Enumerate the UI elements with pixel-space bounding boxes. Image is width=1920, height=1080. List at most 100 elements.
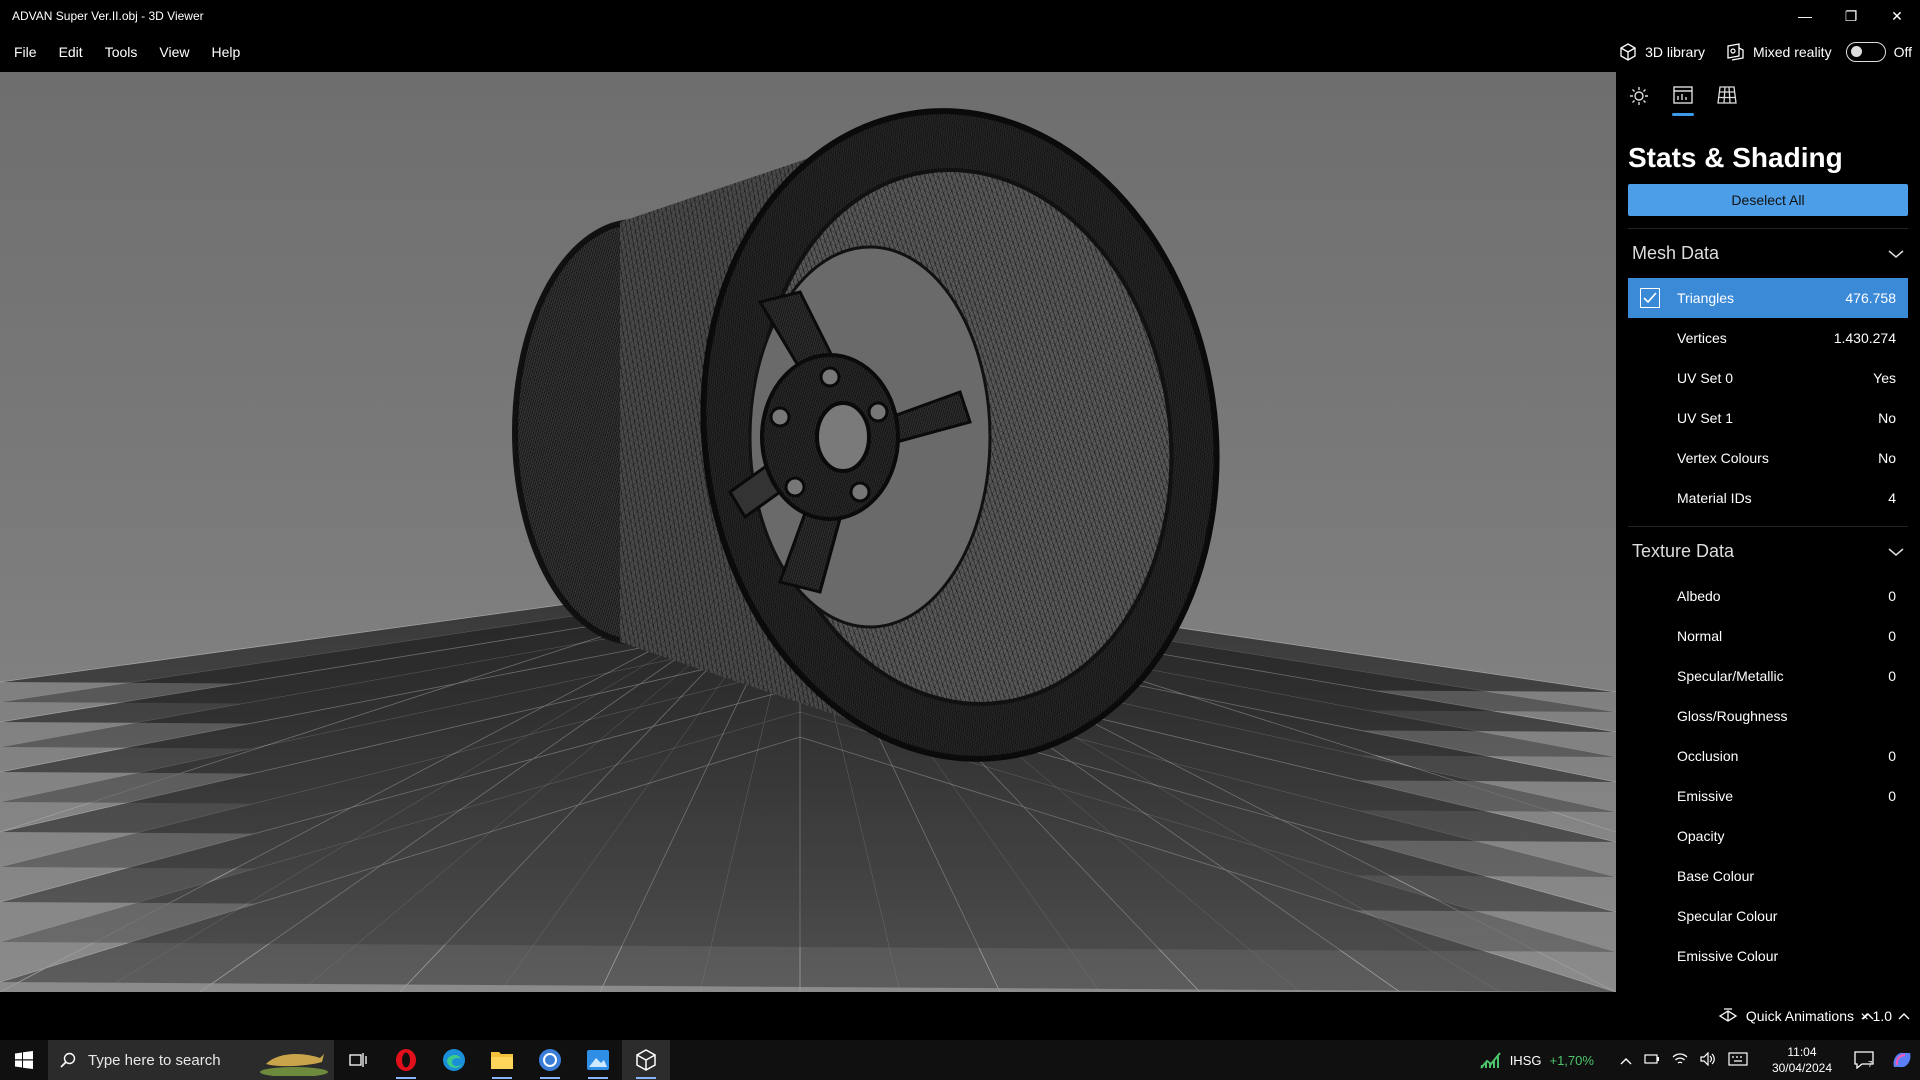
texture-data-title: Texture Data [1632,541,1735,561]
taskbar: Type here to search IHSG +1,70% 11:04 30… [0,1040,1920,1080]
system-tray: IHSG +1,70% 11:04 30/04/2024 7 [1479,1040,1920,1080]
texture-value: 0 [1888,748,1896,764]
menu-help[interactable]: Help [203,32,254,72]
battery-icon[interactable] [1644,1053,1660,1068]
mesh-label: UV Set 0 [1677,370,1734,386]
notification-count: 7 [1868,1060,1873,1069]
texture-label: Occlusion [1677,748,1739,764]
texture-value: 0 [1888,668,1896,684]
edge-icon[interactable] [430,1040,478,1080]
stats-panel: Stats & Shading Deselect All Mesh Data T… [1616,72,1920,992]
texture-row-emissive-colour[interactable]: Emissive Colour [1628,936,1908,976]
chevron-down-icon [1888,541,1904,562]
mesh-value: 4 [1888,490,1896,506]
texture-label: Emissive [1677,788,1734,804]
stock-change: +1,70% [1549,1052,1594,1068]
mixed-reality-label: Mixed reality [1752,44,1832,60]
mesh-row-uv-set-0[interactable]: UV Set 0 Yes [1628,358,1908,398]
animation-icon [1718,1008,1738,1022]
chevron-up-icon[interactable] [1620,1053,1632,1068]
minimize-icon[interactable]: — [1782,0,1828,32]
texture-label: Base Colour [1677,868,1755,884]
mesh-value: 476.758 [1845,290,1896,306]
wifi-icon[interactable] [1672,1052,1688,1069]
menu-bar: File Edit Tools View Help 3D library Mix… [0,32,1920,72]
menu-edit[interactable]: Edit [51,32,97,72]
task-view-icon[interactable] [334,1040,382,1080]
texture-row-specular-colour[interactable]: Specular Colour [1628,896,1908,936]
texture-label: Emissive Colour [1677,948,1779,964]
mesh-label: Vertex Colours [1677,450,1769,466]
mesh-row-vertex-colours[interactable]: Vertex Colours No [1628,438,1908,478]
quick-animations-button[interactable]: Quick Animations [1718,992,1874,1040]
stock-widget[interactable]: IHSG +1,70% [1479,1051,1620,1069]
cube-icon [1620,43,1636,61]
stats-tab[interactable] [1672,86,1694,116]
mixed-reality-state: Off [1893,44,1912,60]
mesh-row-triangles[interactable]: Triangles 476.758 [1628,278,1908,318]
chevron-down-icon [1888,243,1904,264]
restore-icon[interactable]: ❐ [1828,0,1874,32]
mesh-value: No [1878,450,1896,466]
file-explorer-icon[interactable] [478,1040,526,1080]
notification-icon[interactable]: 7 [1844,1051,1884,1069]
texture-row-gloss-roughness[interactable]: Gloss/Roughness [1628,696,1908,736]
checkbox-checked-icon[interactable] [1640,288,1660,308]
title-bar: ADVAN Super Ver.II.obj - 3D Viewer — ❐ ✕ [0,0,1920,32]
texture-row-specular-metallic[interactable]: Specular/Metallic 0 [1628,656,1908,696]
3d-library-button[interactable]: 3D library [1613,43,1711,61]
scene-canvas [0,108,1616,992]
texture-row-emissive[interactable]: Emissive 0 [1628,776,1908,816]
texture-label: Normal [1677,628,1723,644]
stats-icon [1673,86,1693,104]
start-button[interactable] [0,1040,48,1080]
mesh-row-material-ids[interactable]: Material IDs 4 [1628,478,1908,518]
mesh-row-vertices[interactable]: Vertices 1.430.274 [1628,318,1908,358]
volume-icon[interactable] [1700,1051,1716,1069]
3d-viewport[interactable] [0,72,1616,992]
texture-row-albedo[interactable]: Albedo 0 [1628,576,1908,616]
3d-viewer-icon[interactable] [622,1040,670,1080]
clock-date: 30/04/2024 [1771,1061,1832,1075]
close-icon[interactable]: ✕ [1874,0,1920,32]
lighting-tab[interactable] [1628,86,1650,116]
clock[interactable]: 11:04 30/04/2024 [1760,1044,1844,1076]
texture-label: Specular/Metallic [1677,668,1784,684]
mesh-data-header[interactable]: Mesh Data [1628,228,1908,278]
keyboard-icon[interactable] [1728,1051,1748,1069]
mesh-value: Yes [1873,370,1896,386]
texture-label: Opacity [1677,828,1725,844]
texture-row-occlusion[interactable]: Occlusion 0 [1628,736,1908,776]
texture-label: Specular Colour [1677,908,1778,924]
mixed-reality-toggle[interactable] [1845,42,1886,62]
chrome-icon[interactable] [526,1040,574,1080]
mesh-data-section: Mesh Data Triangles 476.758 Vertices 1.4… [1628,228,1908,518]
copilot-icon[interactable] [1884,1040,1920,1080]
menu-file[interactable]: File [6,32,51,72]
menu-view[interactable]: View [151,32,203,72]
taskbar-search[interactable]: Type here to search [48,1040,334,1080]
mesh-data-title: Mesh Data [1632,243,1720,263]
texture-row-base-colour[interactable]: Base Colour [1628,856,1908,896]
3d-library-label: 3D library [1645,44,1705,60]
texture-data-header[interactable]: Texture Data [1628,526,1908,576]
mesh-label: Triangles [1677,290,1735,306]
animation-speed-button[interactable]: × 1.0 [1860,992,1910,1040]
photos-icon[interactable] [574,1040,622,1080]
animation-speed-label: × 1.0 [1860,1008,1892,1024]
opera-icon[interactable] [382,1040,430,1080]
texture-value: 0 [1888,788,1896,804]
deselect-all-button[interactable]: Deselect All [1628,184,1908,216]
texture-row-normal[interactable]: Normal 0 [1628,616,1908,656]
grid-tab[interactable] [1716,86,1738,116]
texture-data-section: Texture Data Albedo 0 Normal 0 Specular/… [1628,526,1908,976]
texture-value: 0 [1888,628,1896,644]
mesh-row-uv-set-1[interactable]: UV Set 1 No [1628,398,1908,438]
mixed-reality-button[interactable]: Mixed reality [1719,43,1838,61]
quick-animations-label: Quick Animations [1745,1008,1854,1024]
mesh-label: Material IDs [1677,490,1752,506]
menu-tools[interactable]: Tools [97,32,152,72]
lighting-icon [1630,87,1648,105]
texture-row-opacity[interactable]: Opacity [1628,816,1908,856]
grid-icon [1717,86,1737,104]
